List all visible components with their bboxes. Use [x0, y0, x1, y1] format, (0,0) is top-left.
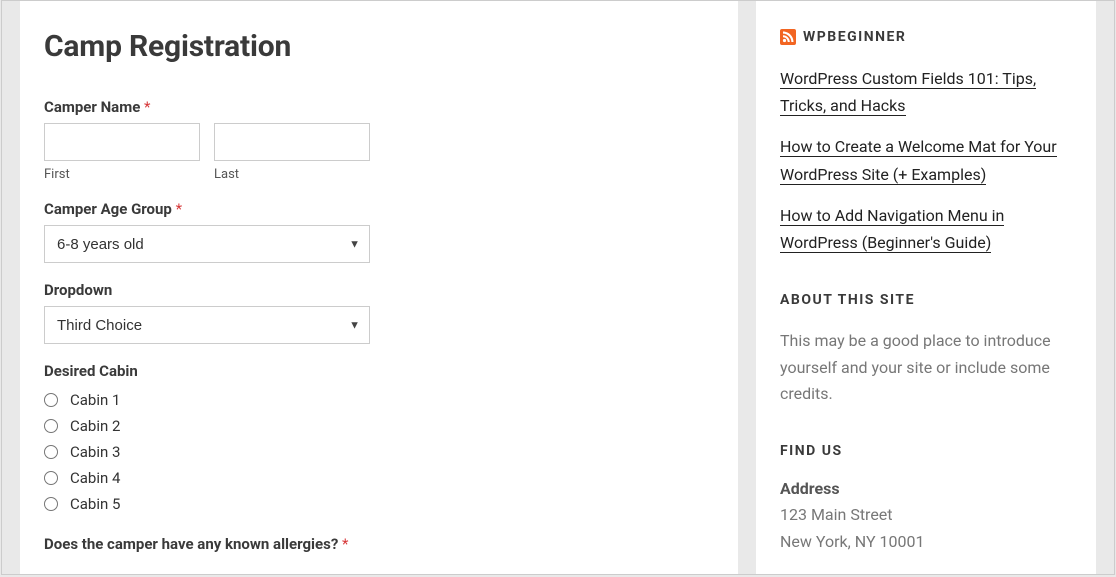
cabin-option-label[interactable]: Cabin 1: [70, 391, 120, 409]
findus-title: FIND US: [780, 443, 1072, 459]
rss-link[interactable]: How to Create a Welcome Mat for Your Wor…: [780, 137, 1057, 184]
about-title: ABOUT THIS SITE: [780, 292, 1072, 308]
age-group-label: Camper Age Group *: [44, 200, 714, 218]
cabin-option-label[interactable]: Cabin 2: [70, 417, 120, 435]
sidebar: WPBEGINNER WordPress Custom Fields 101: …: [756, 1, 1096, 574]
required-mark: *: [176, 200, 182, 218]
page-layout: Camp Registration Camper Name * First La…: [1, 0, 1115, 575]
dropdown-label: Dropdown: [44, 281, 714, 299]
about-text: This may be a good place to introduce yo…: [780, 328, 1072, 407]
cabin-option-label[interactable]: Cabin 5: [70, 495, 120, 513]
widget-findus: FIND US Address 123 Main Street New York…: [780, 443, 1072, 555]
rss-item: WordPress Custom Fields 101: Tips, Trick…: [780, 65, 1072, 119]
name-row: First Last: [44, 123, 714, 182]
camper-name-label: Camper Name *: [44, 98, 714, 116]
field-cabin: Desired Cabin Cabin 1 Cabin 2 Cabin 3 Ca…: [44, 362, 714, 517]
widget-about: ABOUT THIS SITE This may be a good place…: [780, 292, 1072, 407]
findus-sub: Address: [780, 479, 1072, 498]
last-name-col: Last: [214, 123, 370, 182]
allergies-label: Does the camper have any known allergies…: [44, 535, 714, 553]
cabin-radio[interactable]: [44, 471, 58, 485]
dropdown-select-wrap: Third Choice ▼: [44, 306, 370, 344]
field-dropdown: Dropdown Third Choice ▼: [44, 281, 714, 344]
last-name-input[interactable]: [214, 123, 370, 161]
cabin-radio-item: Cabin 5: [44, 491, 714, 517]
cabin-radio-item: Cabin 4: [44, 465, 714, 491]
cabin-option-label[interactable]: Cabin 4: [70, 469, 120, 487]
rss-icon: [780, 29, 796, 45]
cabin-radio-item: Cabin 3: [44, 439, 714, 465]
rss-item: How to Add Navigation Menu in WordPress …: [780, 202, 1072, 256]
cabin-option-label[interactable]: Cabin 3: [70, 443, 120, 461]
field-camper-name: Camper Name * First Last: [44, 98, 714, 182]
cabin-radio-list: Cabin 1 Cabin 2 Cabin 3 Cabin 4 Cabin 5: [44, 387, 714, 517]
rss-list: WordPress Custom Fields 101: Tips, Trick…: [780, 65, 1072, 256]
age-group-select-wrap: 6-8 years old ▼: [44, 225, 370, 263]
findus-line2: New York, NY 10001: [780, 529, 1072, 555]
first-sublabel: First: [44, 167, 200, 182]
field-age-group: Camper Age Group * 6-8 years old ▼: [44, 200, 714, 263]
label-text: Camper Name: [44, 98, 140, 116]
first-name-col: First: [44, 123, 200, 182]
cabin-label: Desired Cabin: [44, 362, 714, 380]
field-allergies: Does the camper have any known allergies…: [44, 535, 714, 553]
main-content: Camp Registration Camper Name * First La…: [20, 1, 738, 574]
age-group-select[interactable]: 6-8 years old: [44, 225, 370, 263]
rss-item: How to Create a Welcome Mat for Your Wor…: [780, 133, 1072, 187]
cabin-radio[interactable]: [44, 445, 58, 459]
rss-link[interactable]: WordPress Custom Fields 101: Tips, Trick…: [780, 69, 1036, 116]
page-title: Camp Registration: [44, 29, 714, 64]
first-name-input[interactable]: [44, 123, 200, 161]
last-sublabel: Last: [214, 167, 370, 182]
widget-header: WPBEGINNER: [780, 29, 1072, 45]
cabin-radio[interactable]: [44, 393, 58, 407]
findus-line1: 123 Main Street: [780, 502, 1072, 528]
cabin-radio-item: Cabin 2: [44, 413, 714, 439]
rss-link[interactable]: How to Add Navigation Menu in WordPress …: [780, 206, 1004, 253]
rss-title[interactable]: WPBEGINNER: [803, 29, 906, 45]
label-text: Does the camper have any known allergies…: [44, 535, 338, 553]
cabin-radio[interactable]: [44, 497, 58, 511]
cabin-radio[interactable]: [44, 419, 58, 433]
dropdown-select[interactable]: Third Choice: [44, 306, 370, 344]
label-text: Camper Age Group: [44, 200, 172, 218]
required-mark: *: [342, 535, 348, 553]
cabin-radio-item: Cabin 1: [44, 387, 714, 413]
widget-rss: WPBEGINNER WordPress Custom Fields 101: …: [780, 29, 1072, 256]
required-mark: *: [144, 98, 150, 116]
